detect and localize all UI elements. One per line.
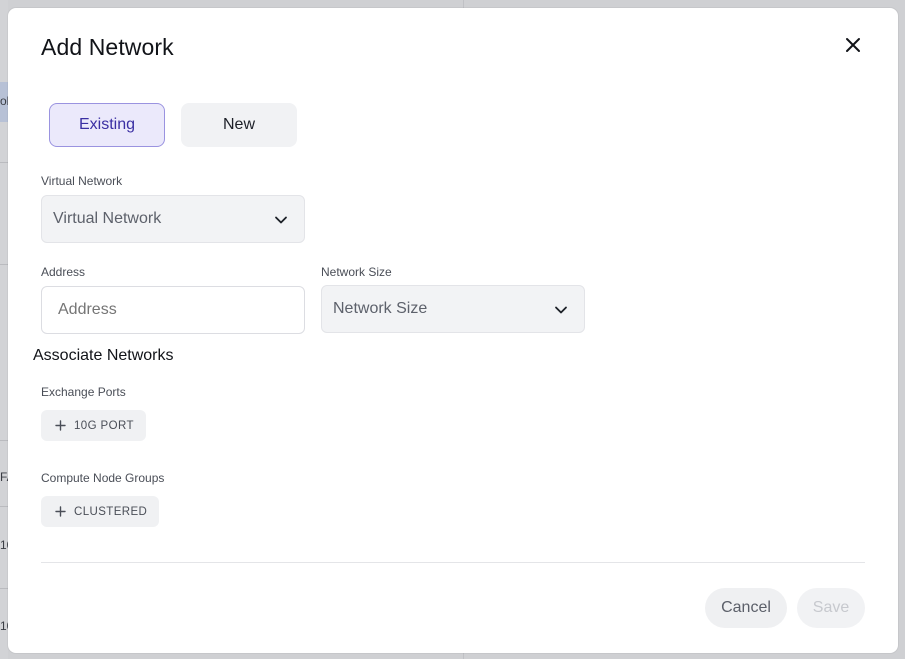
chevron-down-icon [275, 216, 287, 224]
plus-icon [55, 506, 66, 517]
close-button[interactable] [840, 32, 866, 58]
plus-icon [55, 420, 66, 431]
address-input[interactable] [41, 286, 305, 334]
background-row-divider [0, 264, 8, 265]
virtual-network-select[interactable]: Virtual Network [41, 195, 305, 243]
compute-node-groups-label: Compute Node Groups [41, 471, 165, 485]
virtual-network-placeholder: Virtual Network [53, 210, 162, 227]
dialog-title: Add Network [41, 34, 174, 60]
toggle-existing[interactable]: Existing [49, 103, 165, 147]
network-size-placeholder: Network Size [333, 300, 428, 317]
background-row-divider [0, 506, 8, 507]
background-row-divider [0, 162, 8, 163]
network-size-label: Network Size [321, 265, 392, 279]
close-icon [846, 38, 860, 52]
toggle-new[interactable]: New [181, 103, 297, 147]
footer-divider [41, 562, 865, 563]
add-compute-node-group-button[interactable]: CLUSTERED [41, 496, 160, 527]
compute-node-group-chip-label: CLUSTERED [74, 505, 148, 518]
associate-networks-heading: Associate Networks [33, 347, 174, 364]
background-row-divider [0, 588, 8, 589]
save-button[interactable]: Save [797, 588, 865, 628]
background-text-fragment: 10 [0, 619, 8, 633]
background-text-fragment: FA [0, 470, 8, 484]
add-exchange-port-button[interactable]: 10G PORT [41, 410, 146, 441]
exchange-port-chip-label: 10G PORT [74, 419, 134, 432]
add-network-dialog: Add Network Existing New Virtual Network… [8, 8, 898, 653]
background-row-divider [0, 440, 8, 441]
virtual-network-label: Virtual Network [41, 174, 123, 188]
exchange-ports-label: Exchange Ports [41, 385, 126, 399]
address-label: Address [41, 265, 86, 279]
background-text-fragment: 10 [0, 538, 8, 552]
chevron-down-icon [555, 306, 567, 314]
background-text-fragment: ol [0, 94, 8, 108]
network-size-select[interactable]: Network Size [321, 285, 585, 333]
cancel-button[interactable]: Cancel [705, 588, 787, 628]
